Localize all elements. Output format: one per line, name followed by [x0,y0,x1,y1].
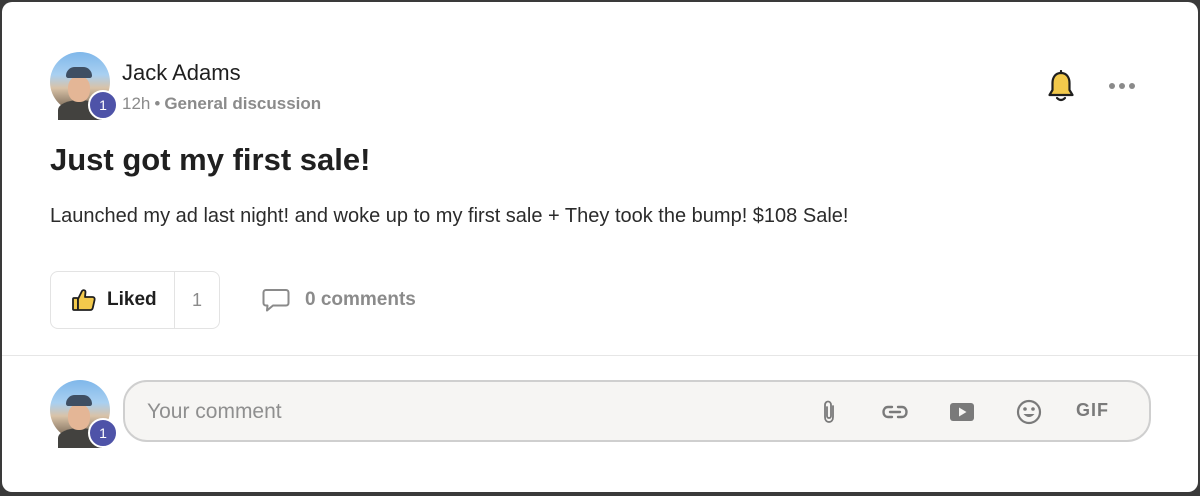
author-level-badge: 1 [88,90,118,120]
author-name[interactable]: Jack Adams [122,60,241,86]
video-icon[interactable] [947,398,977,426]
comment-box: GIF [123,380,1151,442]
like-label: Liked [107,289,157,310]
post-card: 1 Jack Adams 12h • General discussion Just… [2,2,1198,492]
emoji-icon[interactable] [1014,398,1044,426]
post-title: Just got my first sale! [50,142,371,177]
comment-bubble-icon [261,286,291,314]
comments-link[interactable]: 0 comments [261,286,416,314]
comment-input[interactable] [145,394,789,430]
bell-icon[interactable] [1046,69,1076,104]
comments-count-label: 0 comments [305,289,416,310]
divider [2,355,1198,356]
like-count[interactable]: 1 [175,272,219,328]
thumbs-up-icon [71,287,97,313]
more-dots-icon[interactable] [1104,74,1140,98]
like-box: Liked 1 [50,271,220,329]
post-category[interactable]: General discussion [164,94,321,113]
commenter-level-badge: 1 [88,418,118,448]
meta-separator: • [154,94,161,113]
post-time: 12h [122,94,151,113]
like-button[interactable]: Liked [51,272,175,328]
paperclip-icon[interactable] [815,398,845,426]
post-meta: 12h • General discussion [122,94,321,114]
gif-button[interactable]: GIF [1076,400,1109,421]
link-icon[interactable] [880,398,910,426]
post-body: Launched my ad last night! and woke up t… [50,205,849,227]
